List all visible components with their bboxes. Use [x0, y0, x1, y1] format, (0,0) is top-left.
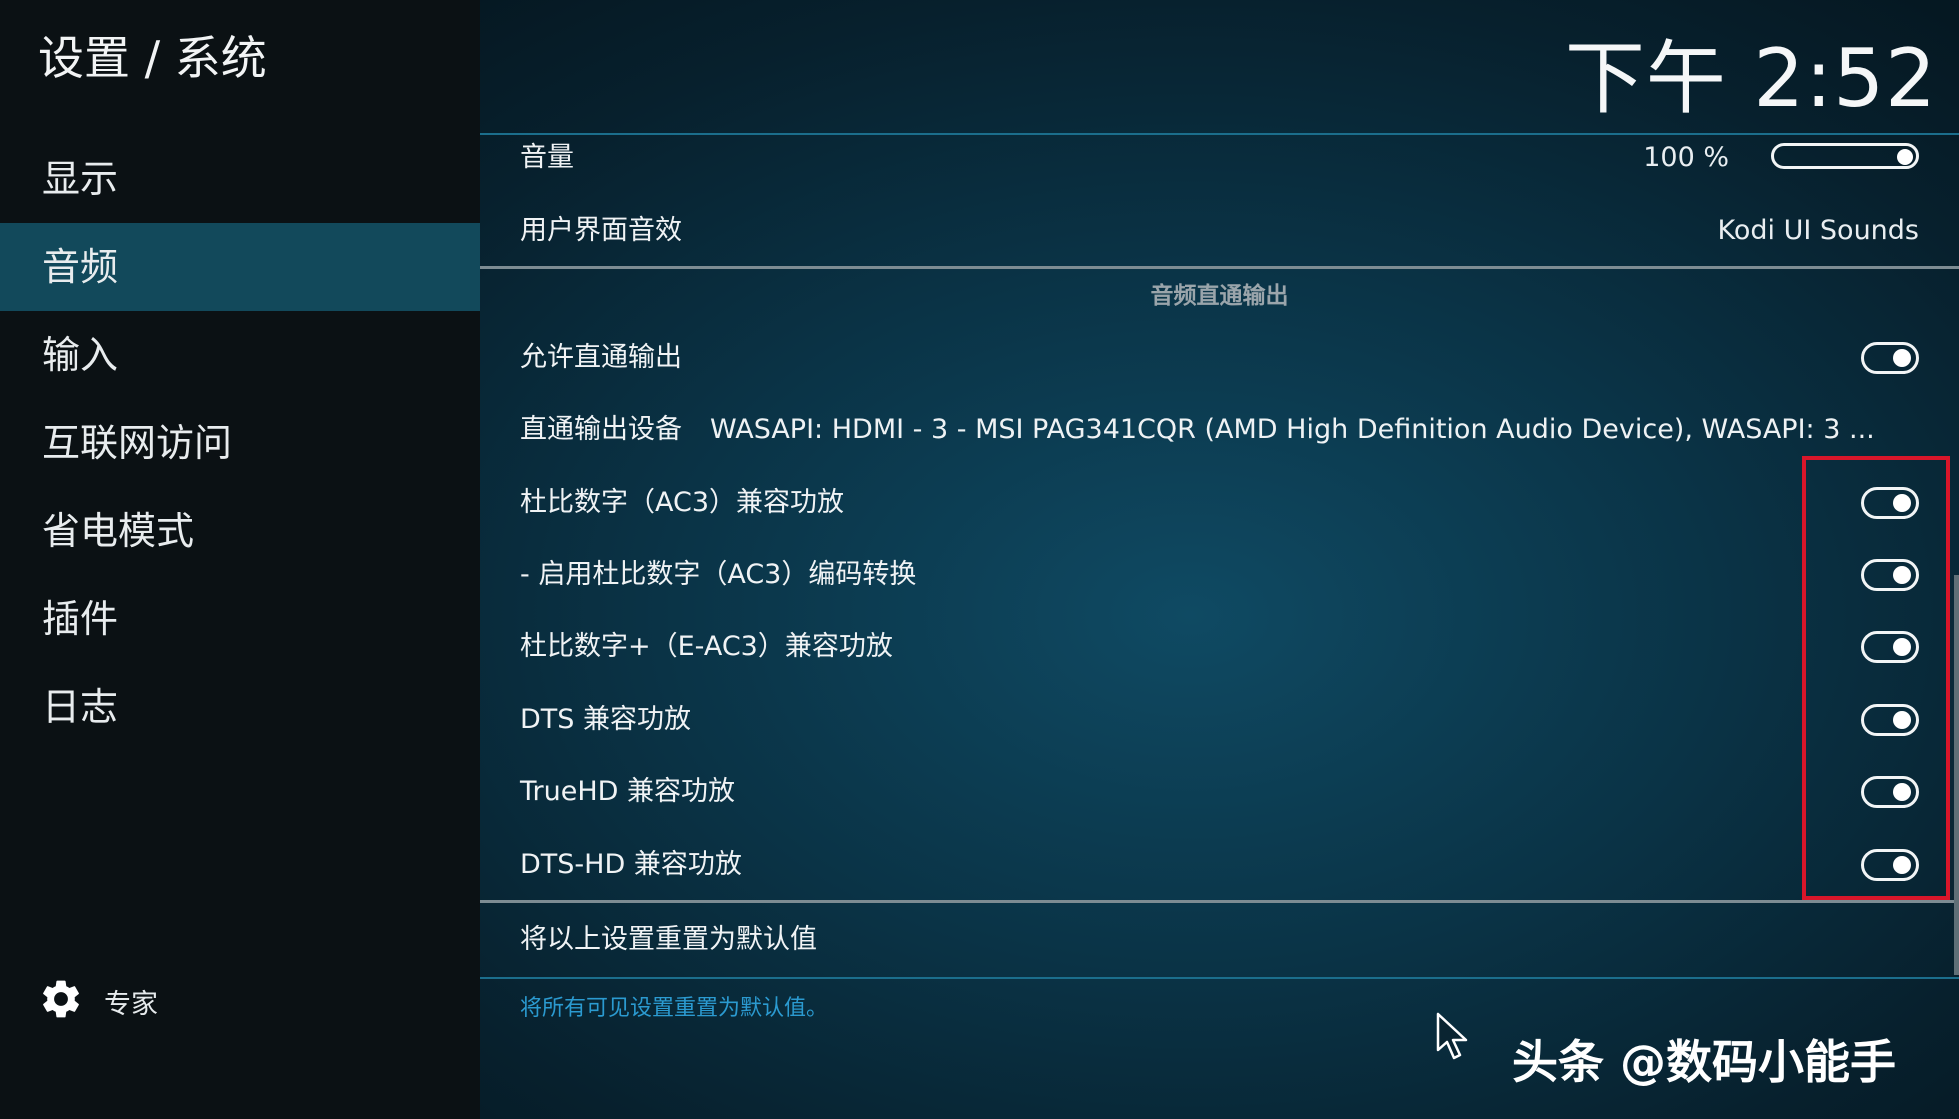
setting-label: 杜比数字+（E-AC3）兼容功放	[520, 631, 893, 662]
setting-row-allow-passthrough[interactable]: 允许直通输出	[480, 322, 1959, 394]
setting-row-dts[interactable]: DTS 兼容功放	[480, 684, 1959, 756]
setting-row-eac3[interactable]: 杜比数字+（E-AC3）兼容功放	[480, 611, 1959, 683]
sidebar-item-addons[interactable]: 插件	[0, 575, 480, 663]
setting-row-truehd[interactable]: TrueHD 兼容功放	[480, 756, 1959, 828]
setting-label: 用户界面音效	[520, 215, 682, 246]
mouse-cursor-icon	[1436, 1012, 1468, 1060]
sidebar-item-power-saving[interactable]: 省电模式	[0, 487, 480, 575]
gear-icon	[38, 976, 84, 1026]
clock: 下午 2:52	[1564, 32, 1937, 125]
setting-label: 杜比数字（AC3）兼容功放	[520, 487, 845, 518]
setting-label: - 启用杜比数字（AC3）编码转换	[520, 559, 917, 590]
setting-description: 将所有可见设置重置为默认值。	[520, 996, 829, 1021]
sidebar-item-audio[interactable]: 音频	[0, 223, 480, 311]
setting-row-passthrough-device[interactable]: 直通输出设备 WASAPI: HDMI - 3 - MSI PAG341CQR …	[480, 394, 1959, 466]
setting-label: 音量	[520, 142, 574, 173]
section-divider	[480, 266, 1959, 269]
volume-value: 100 %	[1643, 142, 1729, 173]
setting-label: DTS-HD 兼容功放	[520, 849, 742, 880]
breadcrumb: 设置 / 系统	[38, 31, 267, 85]
sidebar: 设置 / 系统 显示 音频 输入 互联网访问 省电模式 插件 日志 专家	[0, 0, 480, 1119]
sidebar-item-input[interactable]: 输入	[0, 311, 480, 399]
volume-slider-knob[interactable]	[1897, 149, 1913, 165]
setting-label: DTS 兼容功放	[520, 704, 692, 735]
setting-row-ui-sounds[interactable]: 用户界面音效 Kodi UI Sounds	[480, 195, 1959, 267]
setting-row-dtshd[interactable]: DTS-HD 兼容功放	[480, 829, 1959, 901]
section-divider	[480, 900, 1959, 903]
sidebar-item-internet-access[interactable]: 互联网访问	[0, 399, 480, 487]
reset-defaults-button[interactable]: 将以上设置重置为默认值	[480, 904, 1959, 976]
allow-passthrough-toggle[interactable]	[1861, 342, 1919, 374]
ui-sounds-value: Kodi UI Sounds	[1717, 215, 1920, 246]
setting-row-volume[interactable]: 音量 100 %	[480, 122, 1959, 194]
watermark: 头条 @数码小能手	[1512, 1035, 1897, 1089]
setting-label: 直通输出设备	[520, 414, 682, 445]
expert-level-label: 专家	[104, 988, 158, 1020]
section-header: 音频直通输出	[1150, 283, 1289, 309]
setting-label: TrueHD 兼容功放	[520, 776, 736, 807]
setting-row-ac3[interactable]: 杜比数字（AC3）兼容功放	[480, 467, 1959, 539]
expert-level-button[interactable]: 专家	[38, 978, 158, 1024]
footer-divider	[480, 977, 1959, 979]
passthrough-device-value: WASAPI: HDMI - 3 - MSI PAG341CQR (AMD Hi…	[710, 414, 1875, 445]
volume-slider[interactable]	[1771, 143, 1919, 169]
sidebar-item-logging[interactable]: 日志	[0, 663, 480, 751]
highlight-annotation-box	[1802, 456, 1950, 900]
scrollbar[interactable]	[1954, 575, 1959, 975]
setting-label: 允许直通输出	[520, 342, 682, 373]
toggle-knob	[1893, 349, 1911, 367]
sidebar-nav: 显示 音频 输入 互联网访问 省电模式 插件 日志	[0, 135, 480, 751]
sidebar-item-display[interactable]: 显示	[0, 135, 480, 223]
reset-defaults-label: 将以上设置重置为默认值	[520, 924, 817, 955]
settings-panel: 下午 2:52 音量 100 % 用户界面音效 Kodi UI Sounds 音…	[480, 0, 1959, 1119]
setting-row-ac3-transcode[interactable]: - 启用杜比数字（AC3）编码转换	[480, 539, 1959, 611]
